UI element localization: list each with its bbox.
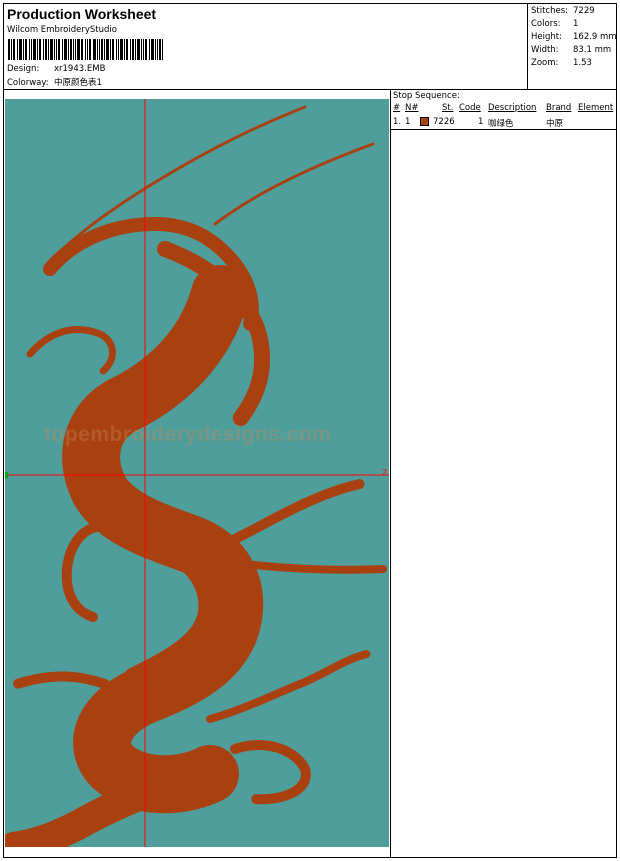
axis-marker: 2 bbox=[382, 468, 388, 477]
design-label: Design: bbox=[7, 64, 40, 74]
design-row: Design: xr1943.EMB bbox=[7, 64, 105, 74]
colorway-row: Colorway: 中原颜色表1 bbox=[7, 76, 102, 88]
design-preview bbox=[5, 99, 389, 847]
thread-color-swatch bbox=[420, 117, 429, 126]
col-header-code: Code bbox=[459, 103, 481, 113]
col-header-stitches: St. bbox=[442, 103, 454, 113]
colors-value: 1 bbox=[573, 19, 579, 29]
worksheet-header: Production Worksheet Wilcom EmbroiderySt… bbox=[4, 4, 617, 90]
watermark-text: topembroiderydesigns.com bbox=[44, 423, 332, 446]
width-stat: Width: 83.1 mm bbox=[531, 45, 611, 55]
col-header-num: # bbox=[393, 103, 401, 113]
colorway-label: Colorway: bbox=[7, 78, 49, 88]
zoom-label: Zoom: bbox=[531, 58, 559, 68]
height-stat: Height: 162.9 mm bbox=[531, 32, 617, 42]
stop-sequence-panel: Stop Sequence: # N# St. Code Description… bbox=[391, 89, 616, 857]
height-label: Height: bbox=[531, 32, 562, 42]
stop-sequence-title: Stop Sequence: bbox=[393, 91, 460, 101]
page-title: Production Worksheet bbox=[7, 6, 157, 22]
worksheet-body: topembroiderydesigns.com 2 Stop Sequence… bbox=[4, 89, 616, 857]
row-stitches: 1 bbox=[478, 117, 484, 127]
col-header-needle: N# bbox=[405, 103, 419, 113]
stitches-stat: Stitches: 7229 bbox=[531, 6, 595, 16]
design-value: xr1943.EMB bbox=[54, 64, 106, 74]
barcode bbox=[8, 39, 163, 60]
height-value: 162.9 mm bbox=[573, 32, 617, 42]
colorway-value: 中原颜色表1 bbox=[54, 78, 102, 88]
colors-label: Colors: bbox=[531, 19, 561, 29]
stitches-label: Stitches: bbox=[531, 6, 569, 16]
production-worksheet: Production Worksheet Wilcom EmbroiderySt… bbox=[3, 3, 617, 858]
row-description: 咖绿色 bbox=[488, 119, 514, 129]
stitches-value: 7229 bbox=[573, 6, 595, 16]
origin-marker bbox=[5, 472, 8, 478]
zoom-value: 1.53 bbox=[573, 58, 592, 68]
col-header-element: Element bbox=[578, 103, 614, 113]
width-value: 83.1 mm bbox=[573, 45, 612, 55]
zoom-stat: Zoom: 1.53 bbox=[531, 58, 592, 68]
col-header-brand: Brand bbox=[546, 103, 572, 113]
col-header-description: Description bbox=[488, 103, 537, 113]
row-needle: 1 bbox=[405, 117, 411, 127]
design-preview-frame: topembroiderydesigns.com 2 bbox=[4, 89, 391, 857]
design-stats: Stitches: 7229 Colors: 1 Height: 162.9 mm W… bbox=[527, 4, 617, 89]
colors-stat: Colors: 1 bbox=[531, 19, 578, 29]
preview-background bbox=[5, 99, 389, 847]
software-name: Wilcom EmbroideryStudio bbox=[7, 25, 117, 35]
stop-sequence-divider bbox=[391, 129, 616, 130]
row-num: 1. bbox=[393, 117, 402, 127]
width-label: Width: bbox=[531, 45, 559, 55]
row-brand: 中原 bbox=[546, 119, 564, 129]
row-code: 7226 bbox=[433, 117, 455, 127]
